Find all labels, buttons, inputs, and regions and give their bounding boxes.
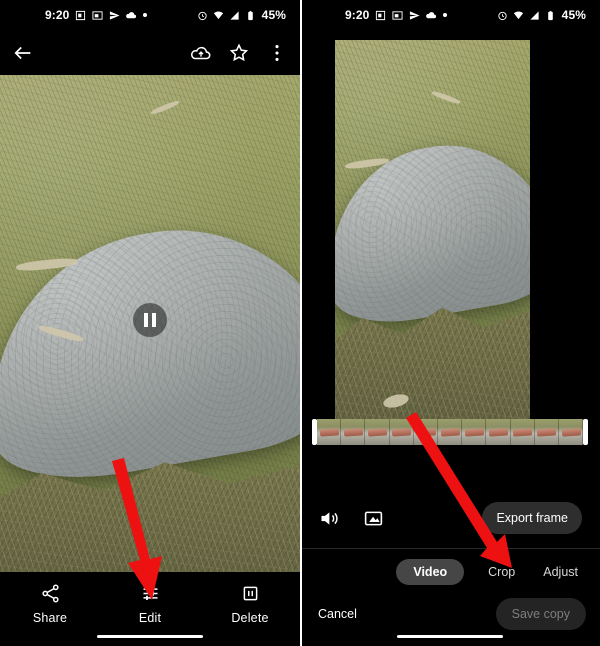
trim-handle-end[interactable] bbox=[583, 419, 588, 445]
mute-volume-icon[interactable] bbox=[318, 508, 339, 529]
share-label: Share bbox=[32, 611, 68, 625]
filmstrip-frame bbox=[510, 419, 535, 445]
filmstrip[interactable] bbox=[317, 419, 583, 445]
video-viewer[interactable]: 0:00 0:09 bbox=[0, 75, 300, 602]
share-icon bbox=[41, 584, 59, 603]
cloud-upload-icon bbox=[126, 11, 137, 18]
edit-label: Edit bbox=[138, 611, 162, 625]
battery-icon bbox=[247, 10, 253, 20]
status-bar-left-group: 9:20 bbox=[45, 8, 148, 22]
editor-footer: Cancel Save copy bbox=[300, 594, 600, 634]
favorite-star-icon[interactable] bbox=[228, 42, 250, 64]
more-options-icon[interactable] bbox=[266, 42, 288, 64]
screenshot-root: 9:20 45% Share Edit Delete 9:20 45% Expo… bbox=[0, 0, 600, 646]
right-phone-screen: 9:20 45% Export frame Video Crop Adjust … bbox=[300, 0, 600, 646]
tab-video[interactable]: Video bbox=[396, 559, 465, 585]
home-indicator-2 bbox=[397, 634, 503, 638]
delete-label: Delete bbox=[231, 611, 269, 625]
screenshot-icon bbox=[92, 10, 103, 20]
app-bar bbox=[0, 30, 300, 75]
rock-shape bbox=[0, 204, 300, 494]
pause-icon bbox=[144, 313, 156, 327]
calendar-icon bbox=[376, 10, 386, 20]
share-action[interactable]: Share bbox=[5, 583, 95, 625]
cloud-upload-icon bbox=[426, 11, 437, 18]
tab-adjust[interactable]: Adjust bbox=[539, 559, 582, 585]
filmstrip-frame bbox=[365, 419, 390, 445]
edit-action[interactable]: Edit bbox=[105, 583, 195, 625]
filmstrip-frame bbox=[317, 419, 342, 445]
home-indicator bbox=[97, 634, 203, 638]
cloud-backup-icon[interactable] bbox=[190, 42, 212, 64]
left-phone-screen: 9:20 45% Share Edit Delete bbox=[0, 0, 300, 646]
filmstrip-frame bbox=[341, 419, 366, 445]
wifi-icon bbox=[513, 10, 523, 19]
send-icon bbox=[410, 10, 420, 20]
calendar-icon bbox=[76, 10, 86, 20]
video-frame-image bbox=[0, 75, 300, 602]
twig-5 bbox=[431, 90, 461, 105]
status-time-2: 9:20 bbox=[345, 8, 370, 22]
filmstrip-frame bbox=[413, 419, 438, 445]
alarm-icon bbox=[198, 11, 207, 20]
video-frame-image-2 bbox=[335, 40, 530, 438]
back-arrow-icon[interactable] bbox=[12, 42, 34, 64]
dot-icon bbox=[143, 13, 148, 17]
screenshot-icon bbox=[392, 10, 403, 20]
editor-tools-row: Export frame bbox=[300, 492, 600, 544]
status-bar-right-group: 45% bbox=[197, 8, 286, 22]
alarm-icon bbox=[498, 11, 507, 20]
tune-icon bbox=[143, 587, 157, 600]
delete-action[interactable]: Delete bbox=[205, 583, 295, 625]
save-copy-button[interactable]: Save copy bbox=[495, 598, 586, 630]
status-bar-left: 9:20 45% bbox=[0, 0, 300, 30]
filmstrip-frame bbox=[462, 419, 487, 445]
send-icon bbox=[110, 10, 120, 20]
battery-icon bbox=[547, 10, 553, 20]
export-frame-button[interactable]: Export frame bbox=[482, 502, 582, 534]
wifi-icon bbox=[213, 10, 223, 19]
filmstrip-frame bbox=[437, 419, 463, 445]
tools-divider bbox=[300, 548, 600, 549]
status-time: 9:20 bbox=[45, 8, 70, 22]
battery-percent: 45% bbox=[261, 8, 286, 22]
pause-button[interactable] bbox=[133, 303, 167, 337]
panel-divider bbox=[300, 0, 302, 646]
filmstrip-frame bbox=[534, 419, 559, 445]
signal-icon bbox=[230, 10, 239, 20]
filmstrip-frame bbox=[389, 419, 414, 445]
tab-crop[interactable]: Crop bbox=[484, 559, 519, 585]
battery-percent-2: 45% bbox=[561, 8, 586, 22]
editor-tabs: Video Crop Adjust bbox=[300, 552, 600, 592]
status-bar-left-group-2: 9:20 bbox=[345, 8, 448, 22]
trim-timeline[interactable] bbox=[300, 417, 600, 447]
trash-icon bbox=[243, 586, 257, 601]
status-bar-right: 9:20 45% bbox=[300, 0, 600, 30]
signal-icon bbox=[530, 10, 539, 20]
cancel-button[interactable]: Cancel bbox=[314, 601, 361, 627]
stabilize-icon[interactable] bbox=[363, 508, 384, 529]
filmstrip-frame bbox=[558, 419, 583, 445]
bottom-action-bar: Share Edit Delete bbox=[0, 572, 300, 646]
dot-icon bbox=[443, 13, 448, 17]
video-preview[interactable] bbox=[335, 40, 530, 438]
twig-3 bbox=[150, 99, 180, 116]
editor-preview-area bbox=[300, 30, 600, 438]
status-bar-right-group-2: 45% bbox=[497, 8, 586, 22]
filmstrip-frame bbox=[486, 419, 511, 445]
